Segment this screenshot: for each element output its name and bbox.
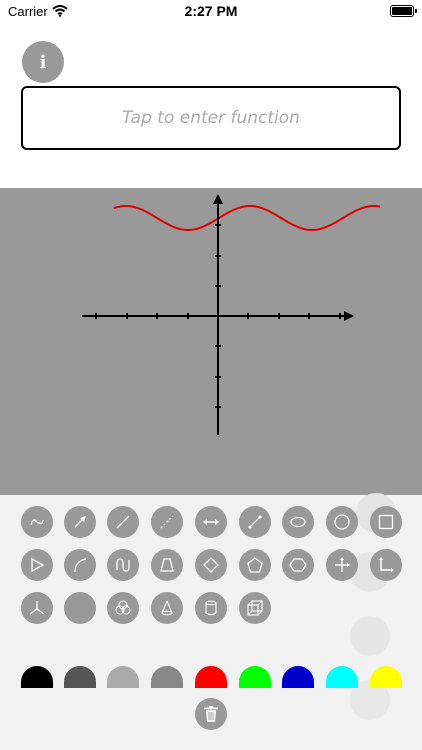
freehand-icon <box>30 519 44 526</box>
ellipse-tool-button[interactable] <box>282 506 314 538</box>
hexagon-tool-button[interactable] <box>282 549 314 581</box>
triangle-tool-button[interactable] <box>21 549 53 581</box>
trapezoid-tool-button[interactable] <box>151 549 183 581</box>
cylinder-icon <box>205 600 217 616</box>
double-arrow-tool-button[interactable] <box>195 506 227 538</box>
battery-icon <box>390 5 417 17</box>
filled-circle-tool-button[interactable] <box>64 592 96 624</box>
venn-icon <box>115 600 131 615</box>
trapezoid-icon <box>160 558 174 572</box>
venn-tool-button[interactable] <box>107 592 139 624</box>
segment-icon <box>248 515 262 529</box>
square-tool-button[interactable] <box>370 506 402 538</box>
3d-axes-tool-button[interactable] <box>21 592 53 624</box>
function-input[interactable] <box>21 86 401 150</box>
axes-icon <box>335 557 350 572</box>
graph-svg <box>82 194 381 435</box>
rhombus-icon <box>203 557 219 573</box>
y-axis-arrow <box>213 194 223 204</box>
square-icon <box>378 514 394 530</box>
circle-tool-button[interactable] <box>326 506 358 538</box>
trash-button[interactable] <box>195 698 227 730</box>
arrow-tool-button[interactable] <box>64 506 96 538</box>
curve-tool-button[interactable] <box>107 549 139 581</box>
double-arrow-icon <box>203 519 219 525</box>
cone-tool-button[interactable] <box>151 592 183 624</box>
freehand-tool-button[interactable] <box>21 506 53 538</box>
right-angle-icon <box>379 557 394 572</box>
info-icon: i <box>39 51 47 73</box>
triangle-icon <box>31 557 45 573</box>
cube-tool-button[interactable] <box>239 592 271 624</box>
line-icon <box>116 515 130 529</box>
rhombus-tool-button[interactable] <box>195 549 227 581</box>
cylinder-tool-button[interactable] <box>195 592 227 624</box>
pentagon-tool-button[interactable] <box>239 549 271 581</box>
filled-circle-icon <box>71 599 89 617</box>
arc-icon <box>74 558 87 573</box>
ellipse-icon <box>290 516 306 528</box>
status-time: 2:27 PM <box>184 3 238 19</box>
scroll-indicator <box>350 616 390 656</box>
function-curve <box>113 204 381 232</box>
axes-tool-button[interactable] <box>326 549 358 581</box>
info-button[interactable]: i <box>22 41 64 83</box>
arrow-icon <box>74 516 86 528</box>
hexagon-icon <box>289 558 307 572</box>
line-tool-button[interactable] <box>107 506 139 538</box>
curve-icon <box>116 558 130 572</box>
status-bar: Carrier 2:27 PM <box>0 0 422 24</box>
cube-icon <box>247 600 263 616</box>
right-angle-tool-button[interactable] <box>370 549 402 581</box>
arc-tool-button[interactable] <box>64 549 96 581</box>
dashed-line-tool-button[interactable] <box>151 506 183 538</box>
graph-canvas[interactable] <box>0 188 422 495</box>
trash-icon <box>204 706 218 722</box>
3d-axes-icon <box>29 601 45 615</box>
x-axis-arrow <box>344 311 354 321</box>
pentagon-icon <box>247 557 263 573</box>
cone-icon <box>161 600 173 616</box>
dashed-line-icon <box>160 515 174 529</box>
segment-tool-button[interactable] <box>239 506 271 538</box>
circle-icon <box>334 514 350 530</box>
